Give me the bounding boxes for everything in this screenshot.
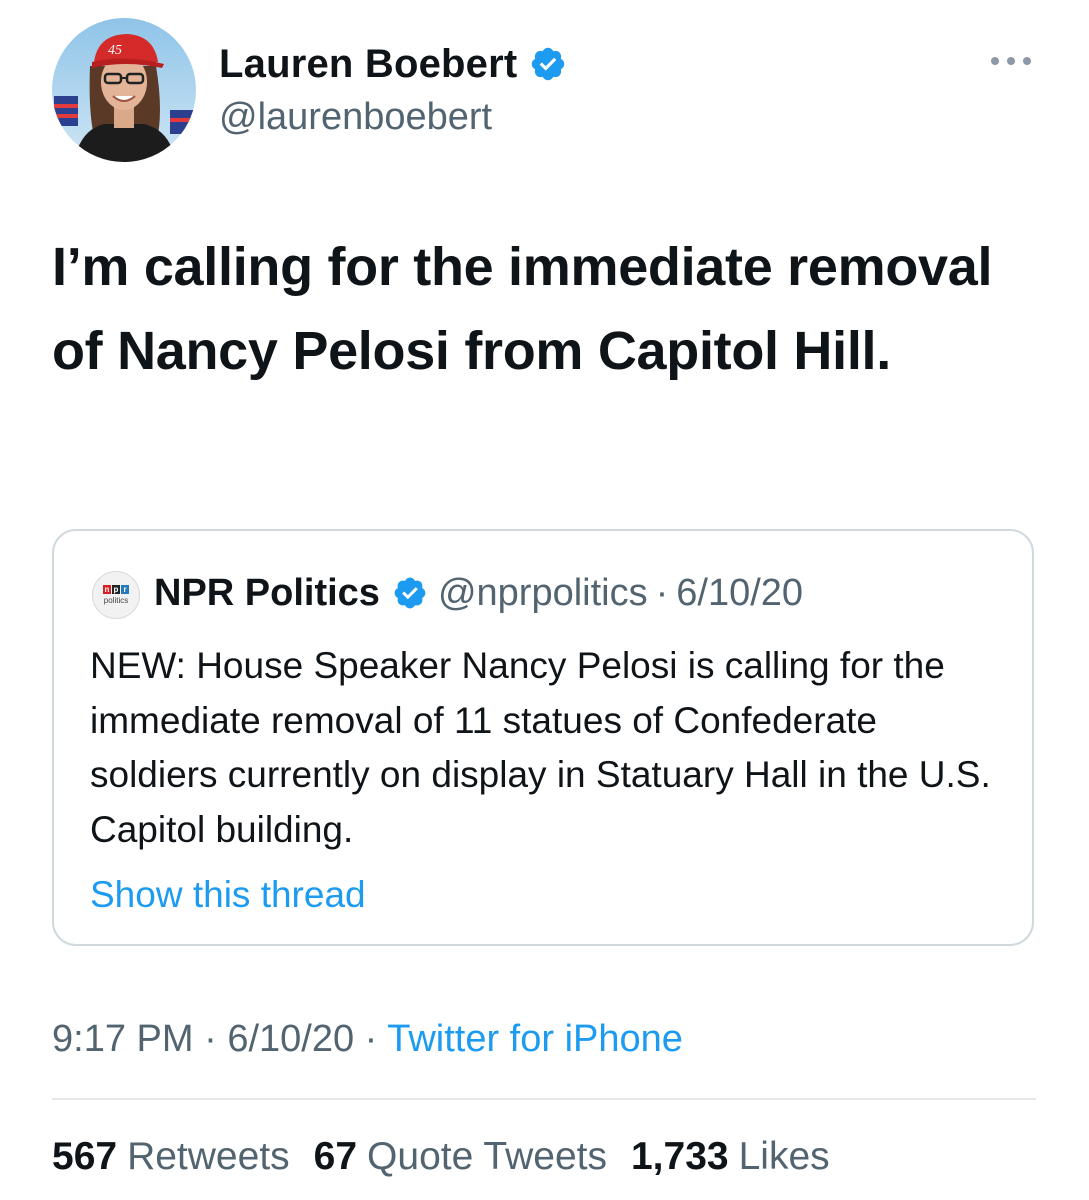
cap-text: 45 — [108, 43, 122, 58]
show-thread-link[interactable]: Show this thread — [90, 868, 366, 922]
quote-tweets-stat[interactable]: 67 Quote Tweets — [314, 1132, 607, 1182]
more-dots-icon — [991, 57, 1031, 65]
likes-label: Likes — [738, 1135, 830, 1178]
quoted-tweet-header: NPR Politics @nprpolitics · 6/10/20 — [154, 569, 803, 617]
npr-politics-avatar[interactable]: n p r politics — [92, 571, 140, 619]
npr-logo-letter-n: n — [103, 585, 111, 594]
quote-tweets-count: 67 — [313, 1135, 358, 1178]
quote-tweets-label: Quote Tweets — [367, 1135, 607, 1178]
npr-logo-letter-p: p — [112, 585, 120, 594]
quoted-author-name[interactable]: NPR Politics — [154, 569, 380, 617]
engagement-stats: 567 Retweets 67 Quote Tweets 1,733 Likes — [52, 1132, 830, 1182]
likes-count: 1,733 — [630, 1135, 729, 1178]
tweet-date[interactable]: 6/10/20 — [227, 1018, 354, 1060]
tweet-source-link[interactable]: Twitter for iPhone — [387, 1018, 683, 1060]
quoted-tweet-date[interactable]: 6/10/20 — [676, 569, 803, 617]
retweets-stat[interactable]: 567 Retweets — [52, 1132, 290, 1182]
quoted-tweet-card[interactable]: n p r politics NPR Politics @nprpolitics… — [52, 529, 1034, 946]
likes-stat[interactable]: 1,733 Likes — [631, 1132, 830, 1182]
npr-logo-subtitle: politics — [103, 596, 129, 605]
npr-logo-letter-r: r — [121, 585, 129, 594]
retweets-label: Retweets — [127, 1135, 290, 1178]
retweets-count: 567 — [52, 1135, 118, 1178]
tweet-text: I’m calling for the immediate removal of… — [52, 237, 993, 381]
author-name[interactable]: Lauren Boebert — [219, 40, 517, 88]
tweet-time[interactable]: 9:17 PM — [52, 1018, 194, 1060]
quoted-author-handle[interactable]: @nprpolitics — [438, 569, 648, 617]
meta-separator: · — [364, 1018, 378, 1060]
quoted-tweet-text: NEW: House Speaker Nancy Pelosi is calli… — [90, 645, 991, 850]
avatar-photo: 45 — [52, 18, 196, 162]
author-handle[interactable]: @laurenboebert — [219, 95, 492, 139]
author-avatar[interactable]: 45 — [52, 18, 196, 162]
npr-logo: n p r — [103, 585, 129, 594]
more-options-button[interactable] — [986, 45, 1036, 75]
quoted-separator: · — [655, 572, 669, 614]
tweet-meta: 9:17 PM · 6/10/20 · Twitter for iPhone — [52, 1014, 683, 1064]
verified-badge-icon — [532, 47, 565, 81]
meta-separator: · — [204, 1018, 217, 1060]
verified-badge-icon — [394, 577, 426, 609]
author-name-row[interactable]: Lauren Boebert — [219, 40, 567, 88]
divider — [52, 1098, 1036, 1100]
